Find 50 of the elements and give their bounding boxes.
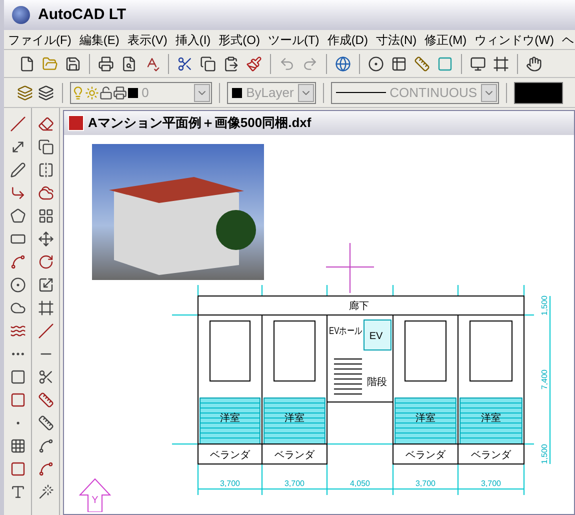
elevator-label: EV — [369, 331, 383, 342]
menu-item[interactable]: 表示(V) — [127, 30, 168, 48]
stairs-label: 階段 — [367, 377, 387, 388]
document-title: Aマンション平面例＋画像500同梱.dxf — [88, 114, 312, 132]
dimension-label: 1,500 — [540, 444, 549, 464]
menu-item[interactable]: ツール(T) — [268, 30, 320, 48]
ucs-arrow-icon — [78, 478, 112, 512]
menu-item[interactable]: 寸法(N) — [376, 30, 417, 48]
menu-item[interactable]: 修正(M) — [424, 30, 467, 48]
room-label: 洋室 — [481, 413, 501, 424]
ucs-axis-label: Y — [92, 495, 98, 506]
room-label: 洋室 — [284, 413, 304, 424]
room-label: 洋室 — [416, 413, 436, 424]
color-swatch-icon — [128, 88, 138, 98]
sun-icon — [84, 86, 99, 100]
printer-small-icon — [112, 86, 127, 100]
balcony — [262, 444, 328, 464]
dimension-label: 7,400 — [540, 369, 549, 390]
dimension-label: 3,700 — [480, 479, 502, 488]
menu-item[interactable]: 作成(D) — [327, 30, 368, 48]
balcony-label: ベランダ — [471, 450, 511, 461]
balcony — [198, 444, 262, 464]
staircase-drawing — [334, 358, 362, 394]
dimension-label: 3,700 — [415, 479, 436, 488]
menu-item[interactable]: 挿入(I) — [175, 30, 211, 48]
balcony — [458, 444, 524, 464]
elevator-shaft — [364, 320, 392, 350]
dimension-label: 1,500 — [540, 295, 549, 316]
document-icon — [68, 115, 84, 131]
app-logo-icon — [12, 6, 30, 24]
dimension-label: 4,050 — [350, 479, 370, 488]
balcony — [392, 444, 458, 464]
corridor-label: 廊下 — [349, 301, 369, 312]
room-label: 洋室 — [220, 413, 240, 424]
menu-item[interactable]: ヘ — [562, 30, 574, 48]
menu-item[interactable]: ウィンドウ(W) — [474, 30, 554, 48]
dimension-label: 3,700 — [220, 479, 240, 488]
menu-item[interactable]: 形式(O) — [218, 30, 260, 48]
menu-item[interactable]: ファイル(F) — [8, 30, 72, 48]
line-sample-icon — [336, 92, 386, 93]
lineweight-field[interactable] — [514, 82, 563, 104]
crosshair-cursor — [326, 242, 374, 294]
balcony-label: ベランダ — [210, 450, 250, 461]
balcony-label: ベランダ — [274, 450, 314, 461]
menu-item[interactable]: 編集(E) — [79, 30, 120, 48]
color-swatch-icon — [232, 88, 242, 98]
unlock-icon — [98, 86, 113, 100]
dimension-label: 3,700 — [284, 479, 305, 488]
window-title: AutoCAD LT — [38, 4, 126, 25]
balcony-label: ベランダ — [406, 450, 446, 461]
